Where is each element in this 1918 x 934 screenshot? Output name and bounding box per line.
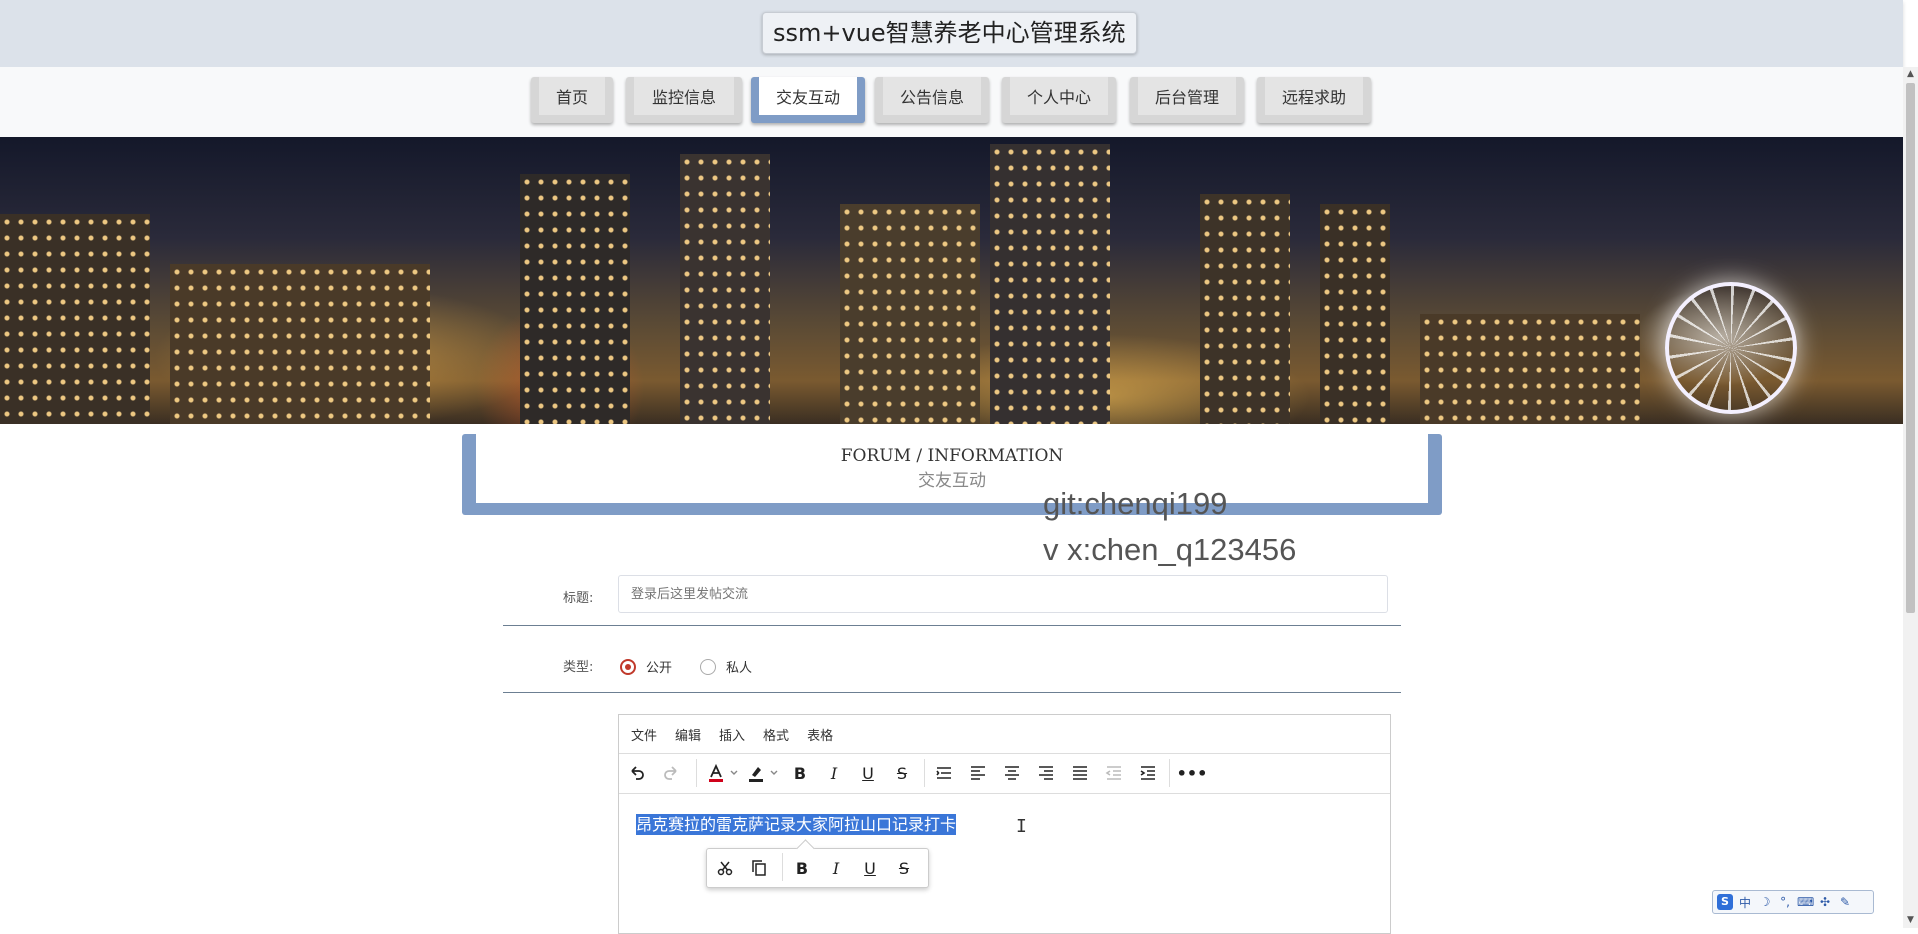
- nav-item-label: 首页: [539, 77, 605, 115]
- menu-format[interactable]: 格式: [763, 725, 789, 744]
- banner-building: [520, 174, 630, 424]
- top-header: ssm+vue智慧养老中心管理系统: [0, 0, 1903, 67]
- ime-toolbar[interactable]: S 中 ☽ °, ⌨ ✣ ✎: [1712, 890, 1874, 914]
- punctuation-icon[interactable]: °,: [1777, 895, 1793, 909]
- section-title-en: FORUM / INFORMATION: [840, 446, 1064, 466]
- banner-building: [1200, 194, 1290, 424]
- nav-item-label: 监控信息: [634, 77, 734, 115]
- radio-unchecked-icon: [700, 658, 716, 675]
- menu-edit[interactable]: 编辑: [675, 725, 701, 744]
- align-center-icon[interactable]: [999, 761, 1025, 785]
- radio-private[interactable]: 私人: [700, 657, 752, 676]
- moon-icon[interactable]: ☽: [1757, 895, 1773, 909]
- section-title-cn: 交友互动: [918, 471, 986, 491]
- watermark-line2: v x:chen_q123456: [1043, 532, 1297, 567]
- banner-building: [680, 154, 770, 424]
- indent-icon[interactable]: [1135, 761, 1161, 785]
- line-height-icon[interactable]: [931, 761, 957, 785]
- nav-item-monitor[interactable]: 监控信息: [626, 77, 742, 123]
- radio-private-label: 私人: [726, 661, 753, 676]
- menu-file[interactable]: 文件: [631, 725, 657, 744]
- align-right-icon[interactable]: [1033, 761, 1059, 785]
- watermark-line1: git:chenqi199: [1043, 486, 1228, 521]
- text-cursor-icon: I: [1016, 816, 1027, 837]
- chevron-down-icon[interactable]: [727, 761, 741, 785]
- banner-building: [1320, 204, 1390, 424]
- banner-building: [990, 144, 1110, 424]
- copy-icon[interactable]: [746, 856, 772, 880]
- type-label: 类型:: [563, 660, 594, 675]
- nav-item-label: 远程求助: [1265, 77, 1363, 115]
- align-justify-icon[interactable]: [1067, 761, 1093, 785]
- underline-icon[interactable]: U: [855, 761, 881, 785]
- title-label: 标题:: [563, 591, 594, 606]
- keyboard-icon[interactable]: ⌨: [1797, 895, 1814, 909]
- scroll-down-icon[interactable]: ▼: [1905, 915, 1916, 926]
- title-input[interactable]: [618, 575, 1388, 613]
- ime-logo-icon: S: [1717, 894, 1733, 910]
- quick-toolbar: B I U S: [706, 848, 929, 888]
- nav-item-forum[interactable]: 交友互动: [751, 77, 865, 123]
- nav-item-remote-help[interactable]: 远程求助: [1257, 77, 1371, 123]
- highlight-icon[interactable]: [743, 761, 769, 785]
- align-left-icon[interactable]: [965, 761, 991, 785]
- nav-item-notice[interactable]: 公告信息: [875, 77, 989, 123]
- ime-mode[interactable]: 中: [1737, 894, 1753, 911]
- nav-item-admin[interactable]: 后台管理: [1130, 77, 1244, 123]
- selected-text[interactable]: 昂克赛拉的雷克萨记录大家阿拉山口记录打卡: [636, 814, 957, 835]
- nav-item-label: 交友互动: [759, 77, 857, 115]
- wrench-icon[interactable]: ✎: [1837, 895, 1853, 909]
- nav-item-profile[interactable]: 个人中心: [1002, 77, 1116, 123]
- nav-item-home[interactable]: 首页: [531, 77, 613, 123]
- rich-text-editor[interactable]: 文件 编辑 插入 格式 表格 B I U S ••• 昂克赛拉的雷克萨记录大家阿…: [618, 714, 1391, 934]
- banner-building: [170, 264, 430, 424]
- more-icon[interactable]: •••: [1177, 761, 1208, 785]
- main-nav: 首页 监控信息 交友互动 公告信息 个人中心 后台管理 远程求助: [0, 67, 1903, 137]
- undo-icon[interactable]: [624, 761, 650, 785]
- radio-public[interactable]: 公开: [620, 657, 672, 676]
- banner-building: [840, 204, 980, 424]
- nav-item-label: 个人中心: [1010, 77, 1108, 115]
- bold-icon[interactable]: B: [787, 761, 813, 785]
- nav-item-label: 后台管理: [1138, 77, 1236, 115]
- font-color-icon[interactable]: [703, 761, 729, 785]
- banner-building: [0, 214, 150, 424]
- italic-icon[interactable]: I: [821, 761, 847, 785]
- scroll-thumb[interactable]: [1906, 83, 1915, 613]
- radio-checked-icon: [620, 658, 636, 675]
- scroll-up-icon[interactable]: ▲: [1905, 69, 1916, 80]
- site-title: ssm+vue智慧养老中心管理系统: [762, 12, 1137, 54]
- banner-building: [1420, 314, 1640, 424]
- underline-icon[interactable]: U: [857, 856, 883, 880]
- menu-insert[interactable]: 插入: [719, 725, 745, 744]
- section-header: FORUM / INFORMATION 交友互动: [462, 434, 1442, 515]
- ferris-wheel: [1665, 282, 1797, 414]
- italic-icon[interactable]: I: [823, 856, 849, 880]
- redo-icon[interactable]: [658, 761, 684, 785]
- strikethrough-icon[interactable]: S: [891, 856, 917, 880]
- bold-icon[interactable]: B: [789, 856, 815, 880]
- editor-toolbar: B I U S •••: [619, 753, 1390, 794]
- outdent-icon[interactable]: [1101, 761, 1127, 785]
- page-scrollbar[interactable]: ▲ ▼: [1903, 67, 1918, 928]
- editor-content[interactable]: 昂克赛拉的雷克萨记录大家阿拉山口记录打卡: [636, 811, 957, 835]
- nav-item-label: 公告信息: [883, 77, 981, 115]
- strikethrough-icon[interactable]: S: [889, 761, 915, 785]
- radio-public-label: 公开: [646, 661, 673, 676]
- banner-carousel[interactable]: [0, 137, 1903, 424]
- chevron-down-icon[interactable]: [767, 761, 781, 785]
- tools-icon[interactable]: ✣: [1817, 895, 1833, 909]
- cut-icon[interactable]: [712, 856, 738, 880]
- editor-menubar: 文件 编辑 插入 格式 表格: [619, 715, 1390, 754]
- menu-table[interactable]: 表格: [807, 725, 833, 744]
